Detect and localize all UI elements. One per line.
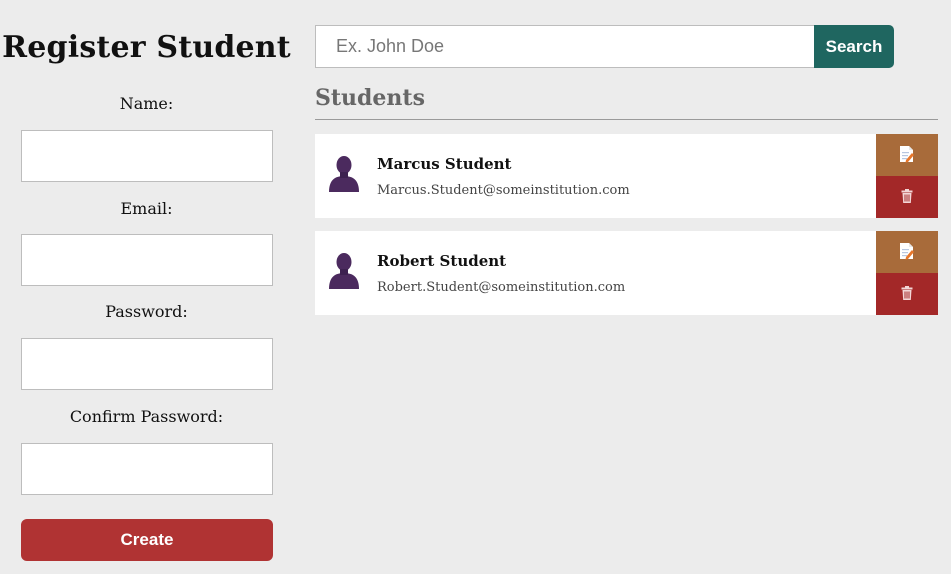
- confirm-password-label: Confirm Password:: [69, 407, 224, 426]
- divider: [315, 119, 938, 120]
- create-button[interactable]: Create: [21, 519, 273, 561]
- register-panel: Register Student Name: Email: Password: …: [0, 0, 293, 574]
- search-input[interactable]: [315, 25, 815, 68]
- edit-document-icon: [899, 242, 915, 263]
- delete-button[interactable]: [876, 176, 938, 218]
- name-label: Name:: [119, 94, 174, 113]
- edit-document-icon: [899, 145, 915, 166]
- email-label: Email:: [120, 199, 173, 218]
- trash-icon: [901, 188, 913, 206]
- edit-button[interactable]: [876, 231, 938, 273]
- password-label: Password:: [105, 302, 188, 321]
- register-title: Register Student: [2, 30, 291, 65]
- edit-button[interactable]: [876, 134, 938, 176]
- search-button[interactable]: Search: [814, 25, 894, 68]
- email-input[interactable]: [21, 234, 273, 286]
- delete-button[interactable]: [876, 273, 938, 315]
- student-name: Marcus Student: [377, 155, 512, 173]
- confirm-password-input[interactable]: [21, 443, 273, 495]
- person-icon: [327, 251, 361, 289]
- person-icon: [327, 154, 361, 192]
- trash-icon: [901, 285, 913, 303]
- students-heading: Students: [315, 85, 425, 111]
- name-input[interactable]: [21, 130, 273, 182]
- student-card: Robert Student Robert.Student@someinstit…: [315, 231, 938, 315]
- student-card: Marcus Student Marcus.Student@someinstit…: [315, 134, 938, 218]
- student-list: Marcus Student Marcus.Student@someinstit…: [315, 134, 938, 328]
- student-email: Marcus.Student@someinstitution.com: [377, 183, 630, 198]
- password-input[interactable]: [21, 338, 273, 390]
- student-email: Robert.Student@someinstitution.com: [377, 280, 626, 295]
- student-name: Robert Student: [377, 252, 507, 270]
